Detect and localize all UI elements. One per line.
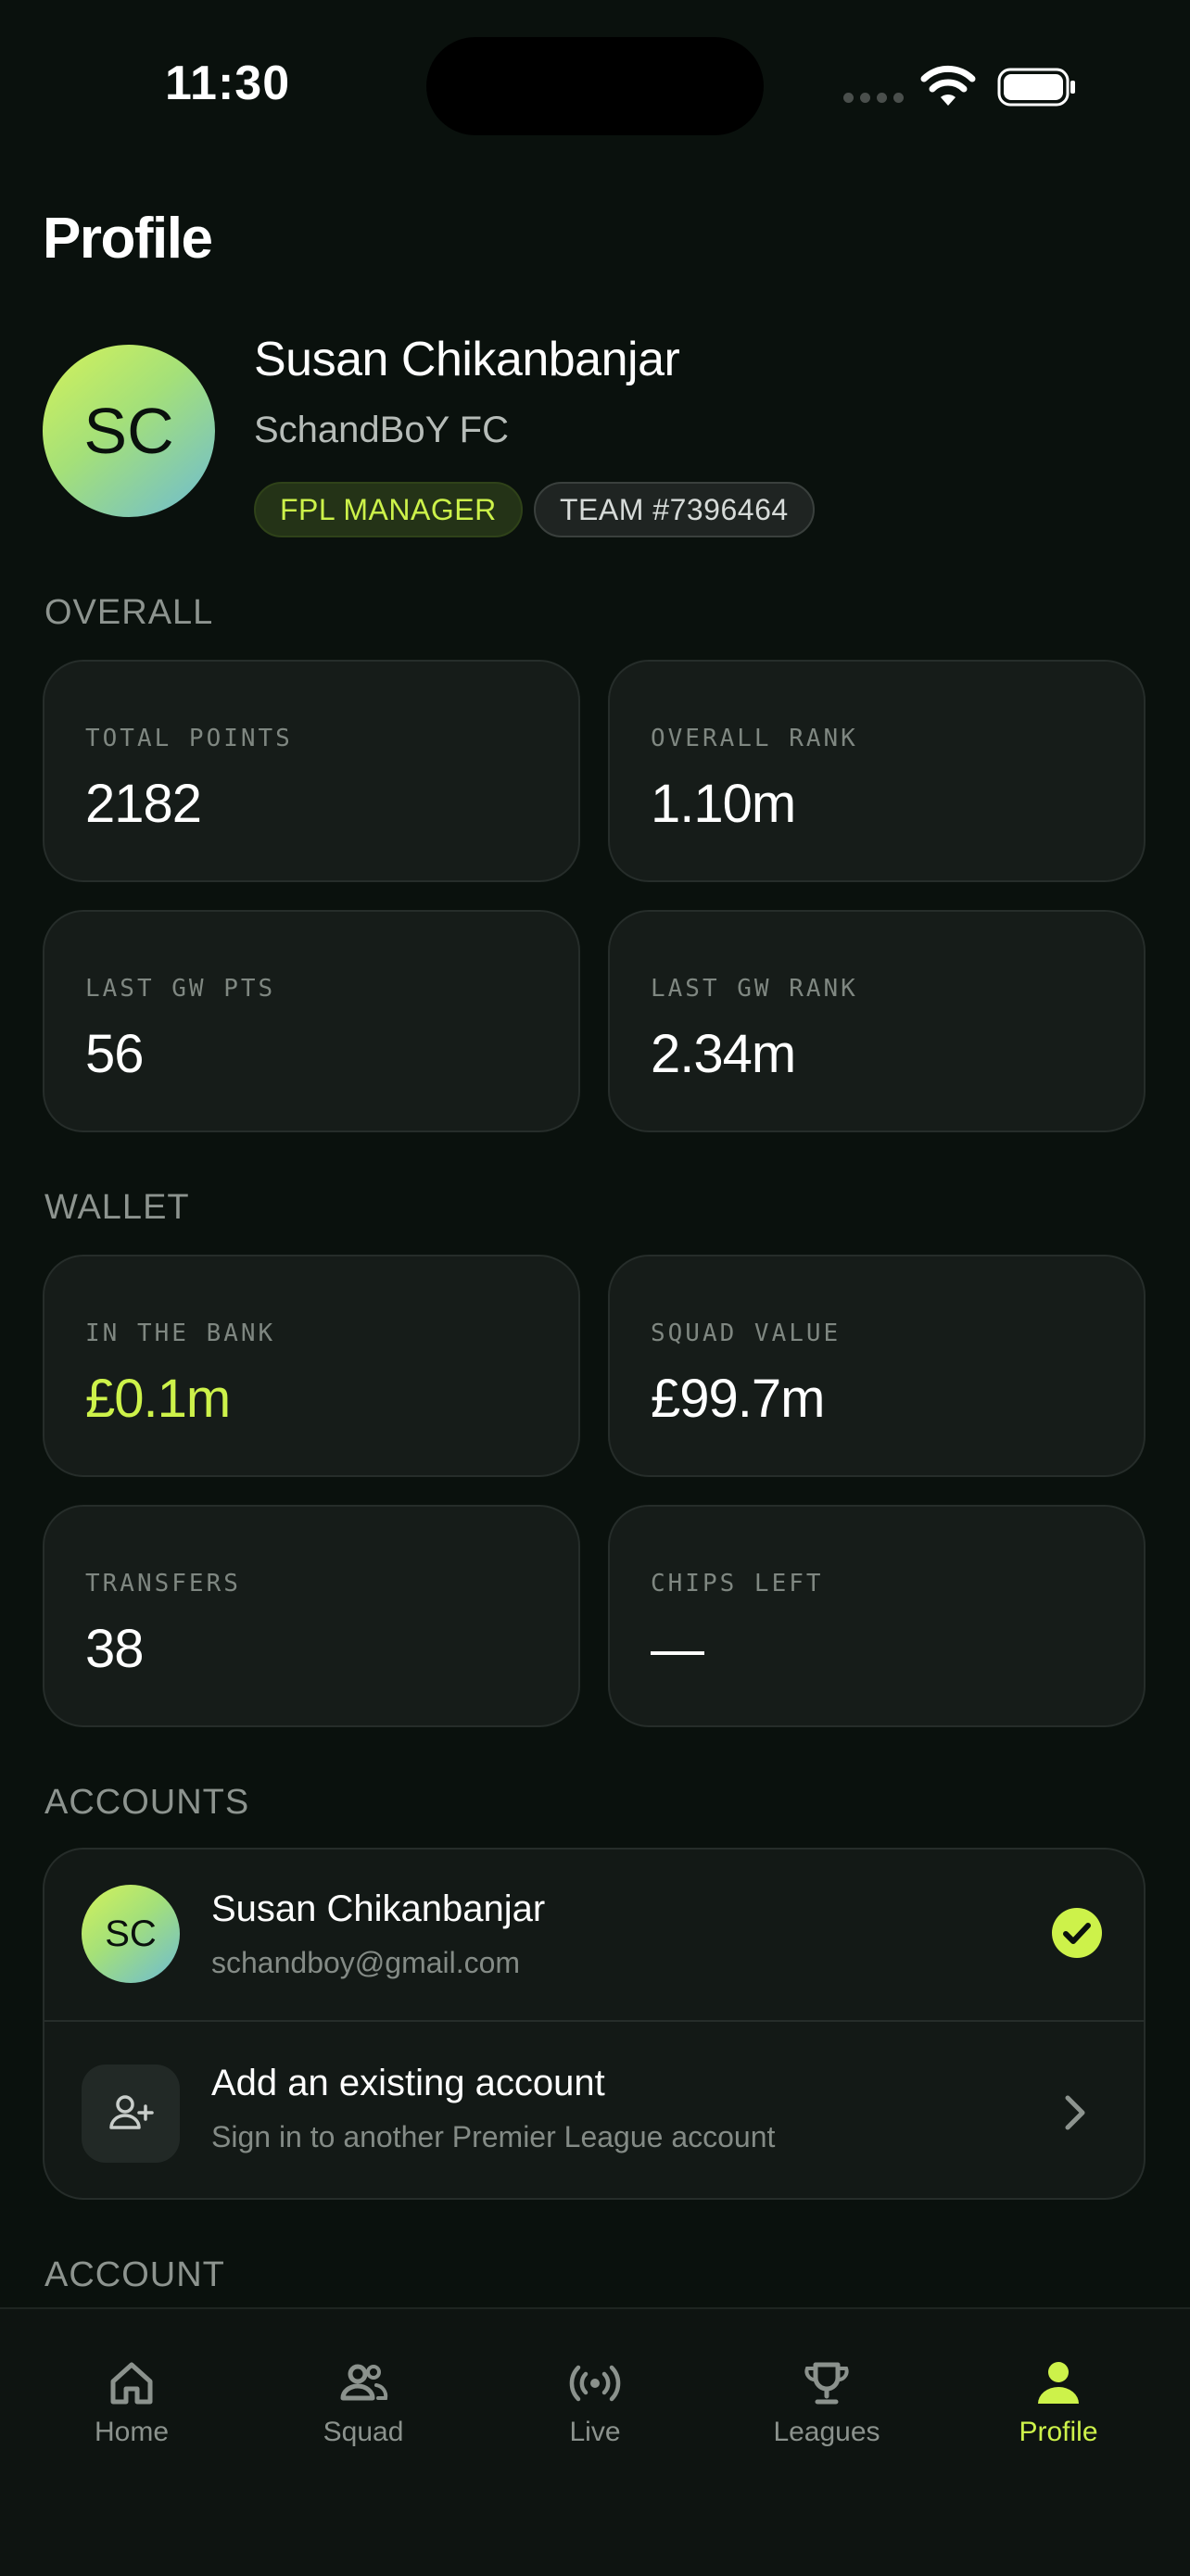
account-email: schandboy@gmail.com — [211, 1946, 521, 1979]
team-id-badge: TEAM #7396464 — [534, 482, 815, 537]
tab-label: Squad — [323, 2417, 404, 2447]
tab-bar: Home Squad Live Leagues Profile — [0, 2307, 1190, 2576]
tab-label: Profile — [1019, 2417, 1098, 2447]
stat-card-in-the-bank: IN THE BANK £0.1m — [43, 1255, 580, 1477]
add-account-subtitle: Sign in to another Premier League accoun… — [211, 2120, 776, 2153]
account-name: Susan Chikanbanjar — [211, 1888, 546, 1929]
battery-icon — [997, 68, 1075, 107]
stat-value: 56 — [85, 1024, 145, 1084]
stat-card-transfers: TRANSFERS 38 — [43, 1505, 580, 1727]
person-icon — [1038, 2362, 1079, 2404]
stat-card-last-gw-rank: LAST GW RANK 2.34m — [608, 910, 1146, 1132]
section-label-account: ACCOUNT — [44, 2255, 225, 2294]
wifi-icon — [920, 65, 976, 106]
add-user-icon — [82, 2065, 180, 2163]
chevron-right-icon — [1065, 2095, 1085, 2130]
stat-value: £0.1m — [85, 1369, 231, 1429]
squad-icon — [340, 2364, 388, 2401]
stat-card-chips-left: CHIPS LEFT — — [608, 1505, 1146, 1727]
avatar: SC — [43, 345, 215, 517]
stat-card-total-points: TOTAL POINTS 2182 — [43, 660, 580, 882]
tab-label: Live — [569, 2417, 621, 2447]
stat-card-last-gw-pts: LAST GW PTS 56 — [43, 910, 580, 1132]
stat-key: TRANSFERS — [85, 1570, 241, 1597]
stat-key: OVERALL RANK — [651, 725, 858, 752]
accounts-list: SC Susan Chikanbanjar schandboy@gmail.co… — [43, 1848, 1146, 2200]
tab-label: Leagues — [773, 2417, 880, 2447]
account-row-current[interactable]: SC Susan Chikanbanjar schandboy@gmail.co… — [44, 1850, 1144, 2022]
stat-value: £99.7m — [651, 1369, 825, 1429]
tab-squad[interactable]: Squad — [271, 2355, 456, 2467]
role-badge: FPL MANAGER — [254, 482, 523, 537]
tab-live[interactable]: Live — [502, 2355, 688, 2467]
live-icon — [569, 2365, 621, 2402]
tab-leagues[interactable]: Leagues — [734, 2355, 919, 2467]
section-label-wallet: WALLET — [44, 1188, 190, 1227]
stat-key: IN THE BANK — [85, 1320, 276, 1347]
stat-key: LAST GW RANK — [651, 975, 858, 1003]
team-name: SchandBoY FC — [254, 410, 509, 450]
stat-value: 38 — [85, 1619, 145, 1679]
check-circle-icon — [1052, 1908, 1102, 1958]
tab-profile[interactable]: Profile — [966, 2355, 1151, 2467]
home-icon — [110, 2362, 153, 2405]
section-label-overall: OVERALL — [44, 593, 214, 632]
add-account-title: Add an existing account — [211, 2063, 605, 2103]
stat-key: CHIPS LEFT — [651, 1570, 824, 1597]
account-avatar: SC — [82, 1885, 180, 1983]
stat-value: 2182 — [85, 774, 202, 834]
dynamic-island — [426, 37, 764, 135]
add-account-row[interactable]: Add an existing account Sign in to anoth… — [44, 2022, 1144, 2198]
status-time: 11:30 — [165, 57, 291, 110]
trophy-icon — [804, 2362, 849, 2405]
tab-home[interactable]: Home — [39, 2355, 224, 2467]
stat-card-squad-value: SQUAD VALUE £99.7m — [608, 1255, 1146, 1477]
stat-key: SQUAD VALUE — [651, 1320, 842, 1347]
stat-key: TOTAL POINTS — [85, 725, 293, 752]
user-name: Susan Chikanbanjar — [254, 333, 680, 386]
page-title: Profile — [43, 207, 213, 271]
stat-key: LAST GW PTS — [85, 975, 276, 1003]
status-bar: 11:30 — [0, 0, 1190, 176]
stat-value: 2.34m — [651, 1024, 796, 1084]
stat-value: 1.10m — [651, 774, 796, 834]
stat-card-overall-rank: OVERALL RANK 1.10m — [608, 660, 1146, 882]
tab-label: Home — [94, 2417, 170, 2447]
stat-value: — — [651, 1619, 704, 1679]
signal-icon — [843, 93, 904, 103]
section-label-accounts: ACCOUNTS — [44, 1783, 250, 1822]
